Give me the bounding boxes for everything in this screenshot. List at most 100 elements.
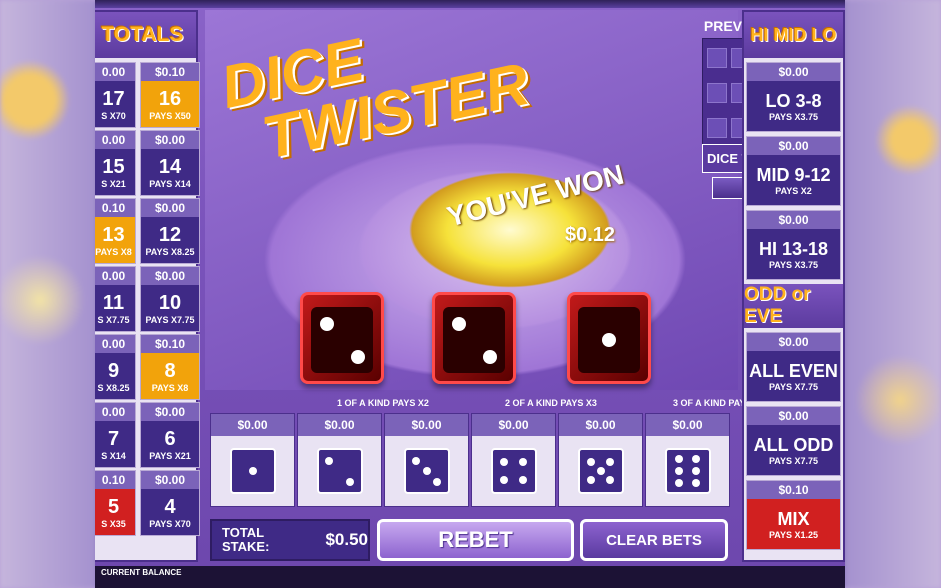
total-box: 10 PAYS X7.75 xyxy=(141,285,199,331)
bet-amount: 0.00 xyxy=(95,267,135,285)
total-box: 17 S X70 xyxy=(95,81,135,127)
single-bet-3[interactable]: $0.00 xyxy=(384,413,469,507)
total-box: 4 PAYS X70 xyxy=(141,489,199,535)
bet-face-area xyxy=(559,436,642,506)
total-stake: TOTAL STAKE: $0.50 xyxy=(210,519,370,561)
total-box: 14 PAYS X14 xyxy=(141,149,199,195)
total-bet-13[interactable]: 0.10 13 PAYS X8 xyxy=(95,198,136,264)
total-bet-17[interactable]: 0.00 17 S X70 xyxy=(95,62,136,128)
rebet-button[interactable]: REBET xyxy=(377,519,574,561)
total-payout: PAYS X21 xyxy=(149,450,191,461)
side-bet-label: ALL EVEN xyxy=(749,360,838,381)
single-bet-2[interactable]: $0.00 xyxy=(297,413,382,507)
side-bet-label: HI 13-18 xyxy=(758,238,829,259)
bet-amount: $0.10 xyxy=(141,335,199,353)
die-pip xyxy=(602,333,616,347)
total-payout: PAYS X70 xyxy=(149,518,191,529)
total-payout: PAYS X8 xyxy=(151,382,189,393)
single-bet-6[interactable]: $0.00 xyxy=(645,413,730,507)
total-payout: PAYS X14 xyxy=(149,178,191,189)
bet-amount: 0.00 xyxy=(95,335,135,353)
win-message: YOU'VE WON xyxy=(443,158,627,233)
total-bet-5[interactable]: 0.10 5 S X35 xyxy=(95,470,136,536)
total-number: 15 xyxy=(102,155,125,178)
bet-amount: $0.00 xyxy=(747,211,840,229)
bet-amount: 0.00 xyxy=(95,403,135,421)
pip xyxy=(412,456,420,465)
die-2 xyxy=(432,292,516,384)
total-bet-15[interactable]: 0.00 15 S X21 xyxy=(95,130,136,196)
bet-amount: $0.00 xyxy=(747,333,840,351)
bet-amount: $0.00 xyxy=(141,131,199,149)
total-payout: S X21 xyxy=(101,178,126,189)
total-bet-12[interactable]: $0.00 12 PAYS X8.25 xyxy=(140,198,200,264)
side-bet-box: MID 9-12 PAYS X2 xyxy=(747,155,840,205)
clear-bets-button[interactable]: CLEAR BETS xyxy=(580,519,728,561)
bet-amount: $0.00 xyxy=(141,267,199,285)
die-1 xyxy=(300,292,384,384)
total-number: 16 xyxy=(158,87,182,110)
die-face-5-icon xyxy=(577,448,624,494)
bet-amount: 0.00 xyxy=(95,131,135,149)
side-bet-box: ALL EVEN PAYS X7.75 xyxy=(747,351,840,401)
single-bet-5[interactable]: $0.00 xyxy=(558,413,643,507)
pip xyxy=(500,476,509,485)
total-box: 15 S X21 xyxy=(95,149,135,195)
bet-face-area xyxy=(211,436,294,506)
total-bet-8[interactable]: $0.10 8 PAYS X8 xyxy=(140,334,200,400)
side-bet-mid-9-12[interactable]: $0.00 MID 9-12 PAYS X2 xyxy=(746,136,841,206)
side-bet-payout: PAYS X2 xyxy=(775,185,812,196)
game-logo: DICE TWISTER xyxy=(215,0,534,174)
total-bet-14[interactable]: $0.00 14 PAYS X14 xyxy=(140,130,200,196)
die-face-4-icon xyxy=(490,448,537,494)
total-bet-16[interactable]: $0.10 16 PAYS X50 xyxy=(140,62,200,128)
pip xyxy=(587,457,596,466)
total-box: 9S X8.25 xyxy=(95,353,135,399)
bet-amount: $0.00 xyxy=(141,199,199,217)
hi-mid-lo-bets: $0.00 LO 3-8 PAYS X3.75 $0.00 MID 9-12 PAYS X… xyxy=(744,62,843,280)
die-face-2-icon xyxy=(316,448,363,494)
die-face-1-icon xyxy=(229,448,276,494)
total-bet-10[interactable]: $0.00 10 PAYS X7.75 xyxy=(140,266,200,332)
side-bet-lo-3-8[interactable]: $0.00 LO 3-8 PAYS X3.75 xyxy=(746,62,841,132)
side-bet-payout: PAYS X7.75 xyxy=(768,381,819,392)
bet-amount: 0.10 xyxy=(95,199,135,217)
total-box: 5S X35 xyxy=(95,489,135,535)
side-bet-box: ALL ODD PAYS X7.75 xyxy=(747,425,840,475)
kind-payout-2: 2 OF A KIND PAYS X3 xyxy=(505,398,597,408)
side-bet-all-odd[interactable]: $0.00 ALL ODD PAYS X7.75 xyxy=(746,406,841,476)
total-payout: PAYS X8.25 xyxy=(145,246,195,257)
odd-even-bets: $0.00 ALL EVEN PAYS X7.75 $0.00 ALL ODD PAYS … xyxy=(744,332,843,550)
die-face xyxy=(311,307,373,373)
bet-amount: $0.00 xyxy=(141,471,199,489)
pip xyxy=(596,467,605,475)
bet-amount: $0.00 xyxy=(646,414,729,436)
pip xyxy=(605,476,614,485)
pip xyxy=(518,457,527,466)
total-number: 7 xyxy=(107,427,120,450)
total-bet-9[interactable]: 0.00 9 S X8.25 xyxy=(95,334,136,400)
side-bet-all-even[interactable]: $0.00 ALL EVEN PAYS X7.75 xyxy=(746,332,841,402)
total-bet-6[interactable]: $0.00 6 PAYS X21 xyxy=(140,402,200,468)
totals-title: TOTALS xyxy=(95,12,196,58)
single-bet-1[interactable]: $0.00 xyxy=(210,413,295,507)
side-bet-mix[interactable]: $0.10 MIX PAYS X1.25 xyxy=(746,480,841,550)
pip xyxy=(422,467,431,475)
odd-even-title: ODD or EVE xyxy=(744,284,843,328)
total-bet-7[interactable]: 0.00 7 S X14 xyxy=(95,402,136,468)
side-bet-hi-13-18[interactable]: $0.00 HI 13-18 PAYS X3.75 xyxy=(746,210,841,280)
bet-amount: 0.10 xyxy=(95,471,135,489)
total-box: 11 S X7.75 xyxy=(95,285,135,331)
total-number: 8 xyxy=(164,359,176,382)
side-bet-payout: PAYS X3.75 xyxy=(768,111,819,122)
bet-face-area xyxy=(646,436,729,506)
total-bet-4[interactable]: $0.00 4 PAYS X70 xyxy=(140,470,200,536)
side-bet-payout: PAYS X7.75 xyxy=(768,455,819,466)
total-bet-11[interactable]: 0.00 11 S X7.75 xyxy=(95,266,136,332)
pip xyxy=(518,476,527,485)
total-number: 11 xyxy=(102,291,125,314)
single-bet-4[interactable]: $0.00 xyxy=(471,413,556,507)
bet-amount: $0.00 xyxy=(141,403,199,421)
pip xyxy=(325,456,333,465)
total-number: 6 xyxy=(164,427,176,450)
